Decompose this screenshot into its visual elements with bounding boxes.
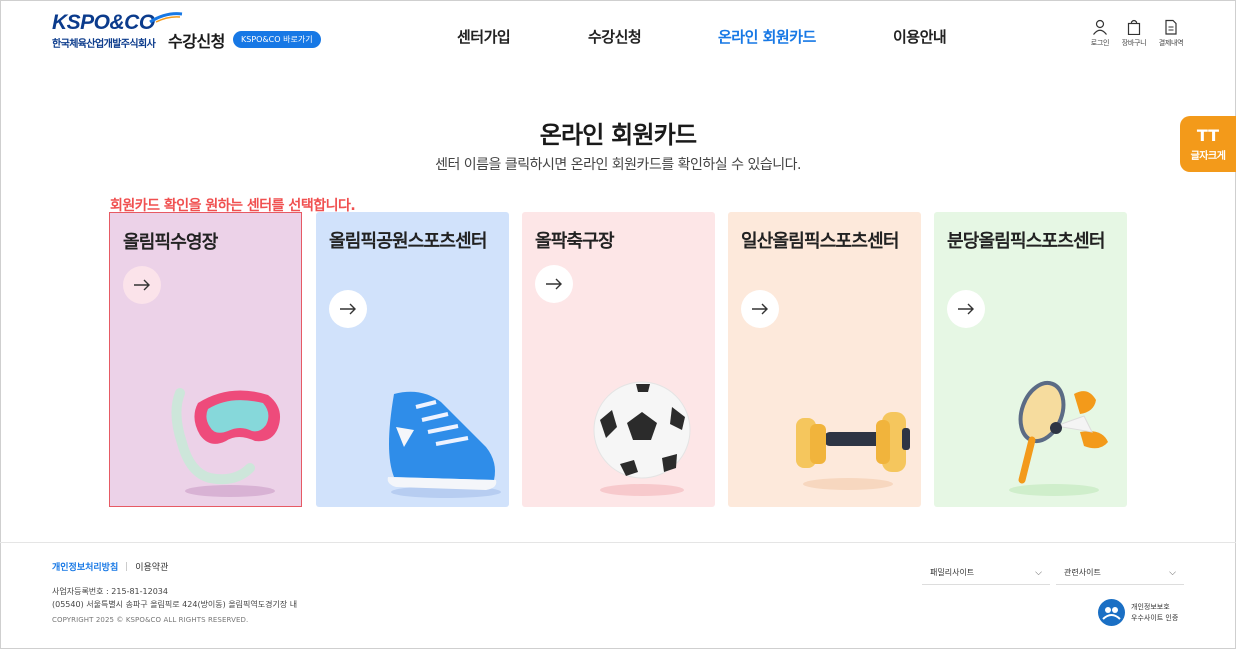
- font-size-label: 글자크게: [1190, 151, 1226, 162]
- center-card-title: 올팍축구장: [535, 231, 615, 252]
- center-card-bundang-olympic-sports[interactable]: 분당올림픽스포츠센터: [934, 212, 1127, 507]
- snorkel-mask-icon: [171, 388, 281, 497]
- copyright: COPYRIGHT 2025 © KSPO&CO ALL RIGHTS RESE…: [52, 616, 249, 624]
- soccer-ball-icon: [593, 381, 691, 496]
- nav-guide[interactable]: 이용안내: [893, 26, 947, 47]
- certification-text: 개인정보보호 우수사이트 인증: [1131, 602, 1178, 624]
- arrow-right-icon[interactable]: [123, 266, 161, 304]
- chevron-down-icon: ⌵: [1169, 568, 1176, 578]
- arrow-right-icon[interactable]: [535, 265, 573, 303]
- font-size-icon: TT: [1196, 126, 1220, 145]
- logo-swoosh-icon: [149, 12, 183, 24]
- related-site-label: 관련사이트: [1064, 568, 1101, 577]
- cart-icon: [1127, 19, 1141, 35]
- receipt-icon: [1165, 19, 1177, 35]
- center-card-olpark-soccer-field[interactable]: 올팍축구장: [522, 212, 715, 507]
- certification-seal-icon: [1098, 599, 1125, 626]
- certification-line-2: 우수사이트 인증: [1131, 614, 1179, 622]
- font-size-button[interactable]: TT 글자크게: [1180, 116, 1236, 172]
- family-site-label: 패밀리사이트: [930, 568, 975, 577]
- center-card-olympic-pool[interactable]: 올림픽수영장: [109, 212, 302, 507]
- badminton-racket-icon: [1009, 380, 1108, 496]
- page-title: 온라인 회원카드: [539, 121, 697, 149]
- nav-center-join[interactable]: 센터가입: [457, 26, 511, 47]
- terms-link[interactable]: 이용약관: [135, 563, 168, 573]
- family-site-select[interactable]: 패밀리사이트 ⌵: [922, 562, 1050, 585]
- page-description: 센터 이름을 클릭하시면 온라인 회원카드를 확인하실 수 있습니다.: [435, 157, 801, 173]
- center-card-title: 올림픽수영장: [123, 232, 218, 253]
- sneaker-icon: [387, 391, 501, 498]
- header: KSPO&CO 한국체육산업개발주식회사 수강신청 KSPO&CO 바로가기 센…: [0, 0, 1236, 70]
- center-card-olympic-park-sports[interactable]: 올림픽공원스포츠센터: [316, 212, 509, 507]
- privacy-certification-badge: 개인정보보호 우수사이트 인증: [1098, 599, 1188, 627]
- footer-link-separator: [126, 562, 128, 571]
- cart-button[interactable]: 장바구니: [1114, 19, 1154, 48]
- company-address: (05540) 서울특별시 송파구 올림픽로 424(방이동) 올림픽역도경기장…: [52, 600, 298, 609]
- center-card-title: 올림픽공원스포츠센터: [329, 231, 487, 252]
- cart-label: 장바구니: [1121, 39, 1147, 47]
- arrow-right-icon[interactable]: [947, 290, 985, 328]
- arrow-right-icon[interactable]: [329, 290, 367, 328]
- arrow-right-icon[interactable]: [741, 290, 779, 328]
- privacy-policy-link[interactable]: 개인정보처리방침: [52, 563, 118, 573]
- center-card-ilsan-olympic-sports[interactable]: 일산올림픽스포츠센터: [728, 212, 921, 507]
- certification-line-1: 개인정보보호: [1131, 603, 1170, 611]
- payment-history-button[interactable]: 결제내역: [1151, 19, 1191, 48]
- user-icon: [1093, 19, 1107, 35]
- dumbbell-icon: [796, 412, 910, 490]
- main-nav: 센터가입 수강신청 온라인 회원카드 이용안내: [0, 26, 1236, 46]
- nav-online-member-card[interactable]: 온라인 회원카드: [718, 26, 816, 47]
- business-number: 사업자등록번호 : 215-81-12034: [52, 587, 168, 596]
- footer-links: 개인정보처리방침 이용약관: [52, 560, 168, 573]
- chevron-down-icon: ⌵: [1035, 568, 1042, 578]
- center-card-title: 일산올림픽스포츠센터: [741, 231, 899, 252]
- footer-divider: [0, 542, 1236, 543]
- related-site-select[interactable]: 관련사이트 ⌵: [1056, 562, 1184, 585]
- center-card-title: 분당올림픽스포츠센터: [947, 231, 1105, 252]
- payment-history-label: 결제내역: [1158, 39, 1184, 47]
- footer-company-info: 사업자등록번호 : 215-81-12034 (05540) 서울특별시 송파구…: [52, 585, 297, 611]
- nav-course-registration[interactable]: 수강신청: [588, 26, 642, 47]
